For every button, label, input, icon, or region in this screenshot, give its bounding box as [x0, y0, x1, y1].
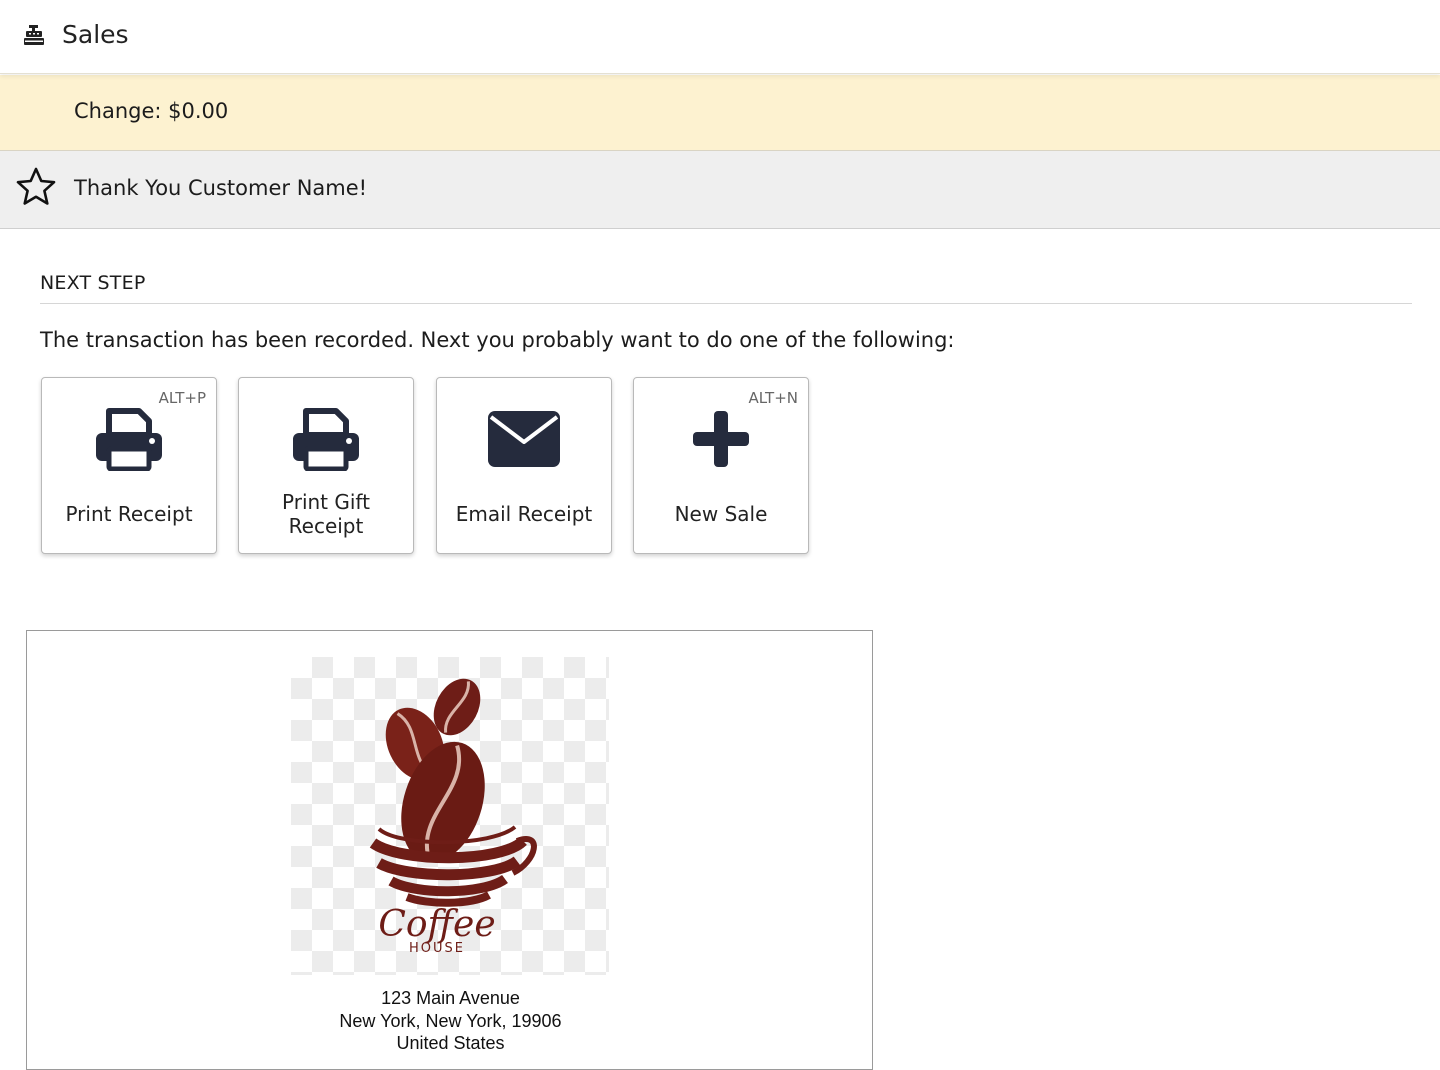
thank-you-banner: Thank You Customer Name!	[0, 151, 1440, 229]
next-step-heading: NEXT STEP	[40, 272, 146, 294]
email-receipt-label: Email Receipt	[455, 502, 593, 526]
email-receipt-button[interactable]: Email Receipt	[436, 377, 612, 554]
plus-icon	[691, 409, 751, 473]
address-line: 123 Main Avenue	[381, 988, 520, 1008]
address-line: United States	[396, 1033, 505, 1053]
new-sale-label: New Sale	[674, 502, 768, 526]
print-receipt-button[interactable]: ALT+P Print Receipt	[41, 377, 217, 554]
coffee-house-logo: Coffee HOUSE	[369, 678, 537, 956]
divider	[40, 303, 1412, 304]
store-address: 123 Main Avenue New York, New York, 1990…	[27, 987, 874, 1055]
envelope-icon	[487, 409, 561, 473]
star-outline-icon[interactable]	[15, 166, 57, 212]
top-bar: Sales	[0, 0, 1440, 74]
receipt-preview: Coffee HOUSE 123 Main Avenue New York, N…	[26, 630, 873, 1070]
shortcut-hint: ALT+N	[748, 389, 798, 407]
printer-icon	[292, 407, 360, 475]
logo-subtext: HOUSE	[409, 941, 465, 956]
print-gift-receipt-label: Print Gift Receipt	[282, 490, 370, 538]
print-gift-receipt-button[interactable]: Print Gift Receipt	[238, 377, 414, 554]
shortcut-hint: ALT+P	[158, 389, 206, 407]
logo-text: Coffee	[378, 904, 495, 945]
new-sale-button[interactable]: ALT+N New Sale	[633, 377, 809, 554]
printer-icon	[95, 407, 163, 475]
next-step-instructions: The transaction has been recorded. Next …	[40, 328, 955, 352]
change-amount: Change: $0.00	[74, 99, 229, 123]
store-logo: Coffee HOUSE	[291, 657, 609, 975]
cash-register-icon	[23, 24, 47, 48]
print-receipt-label: Print Receipt	[65, 502, 193, 526]
address-line: New York, New York, 19906	[339, 1010, 562, 1031]
thank-you-message: Thank You Customer Name!	[74, 176, 368, 200]
page-title: Sales	[62, 20, 129, 49]
change-banner: Change: $0.00	[0, 75, 1440, 151]
